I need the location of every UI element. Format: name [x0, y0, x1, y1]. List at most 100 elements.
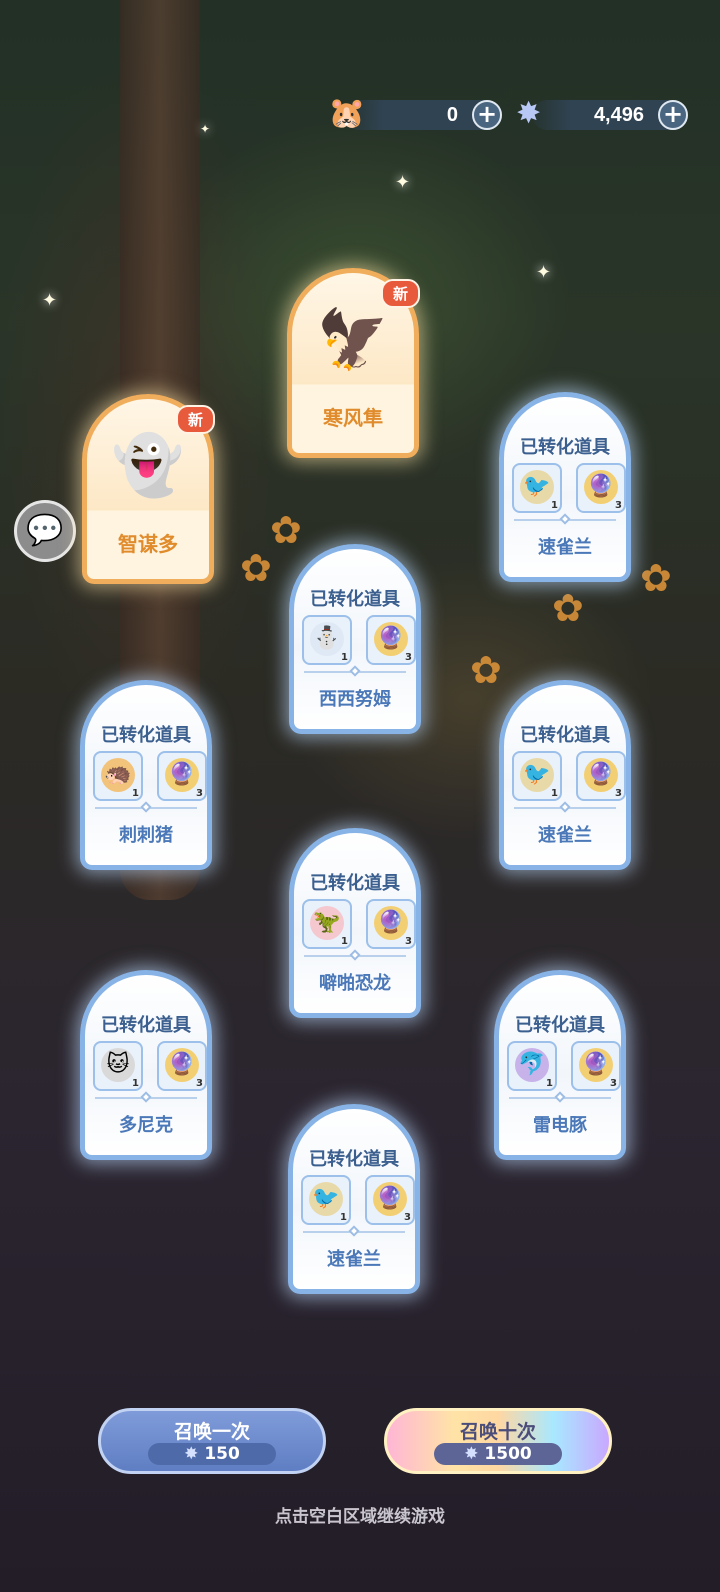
pet-food-icon: 🐹	[328, 96, 366, 131]
converted-item-card[interactable]: 已转化道具 🐦 1 🔮 3 速雀兰	[499, 392, 631, 582]
new-pet-card[interactable]: 新 👻 智谋多	[82, 394, 215, 584]
summon-ten-cost: ✸ 1500	[434, 1443, 562, 1465]
capsule-icon: 🔮	[374, 622, 408, 656]
card-title: 已转化道具	[520, 725, 610, 746]
converted-item-card[interactable]: 已转化道具 🐦 1 🔮 3 速雀兰	[499, 680, 631, 870]
pet-shard-item: 🐬 1	[507, 1041, 557, 1091]
summon-ten-cost-value: 1500	[484, 1444, 532, 1464]
pet-name: 噼啪恐龙	[319, 973, 391, 994]
pet-shard-item: 🐦 1	[512, 463, 562, 513]
item-qty: 3	[405, 936, 412, 947]
card-divider	[95, 1097, 197, 1099]
converted-item-card[interactable]: 已转化道具 ⛄ 1 🔮 3 西西努姆	[289, 544, 421, 734]
item-qty: 3	[615, 500, 622, 511]
card-divider	[514, 519, 616, 521]
capsule-icon: 🔮	[579, 1048, 613, 1082]
item-qty: 1	[341, 936, 348, 947]
item-qty: 1	[551, 500, 558, 511]
item-qty: 3	[610, 1078, 617, 1089]
card-title: 已转化道具	[310, 873, 400, 894]
ghost-book-pet-icon: 👻	[111, 431, 185, 499]
star-crystal-icon: ✸	[464, 1444, 479, 1464]
pet-name: 智谋多	[118, 532, 178, 556]
chat-button[interactable]: 💬	[14, 500, 76, 562]
capsule-item: 🔮 3	[157, 751, 207, 801]
pet-shard-item: 🦔 1	[93, 751, 143, 801]
item-qty: 1	[132, 1078, 139, 1089]
pet-shard-item: 🦖 1	[302, 899, 352, 949]
capsule-item: 🔮 3	[571, 1041, 621, 1091]
pet-name: 雷电豚	[533, 1115, 587, 1136]
capsule-item: 🔮 3	[365, 1175, 415, 1225]
converted-item-card[interactable]: 已转化道具 🐦 1 🔮 3 速雀兰	[288, 1104, 420, 1294]
capsule-item: 🔮 3	[576, 463, 626, 513]
pet-shard-icon: 🐦	[520, 758, 554, 792]
continue-hint: 点击空白区域继续游戏	[275, 1507, 445, 1527]
capsule-icon: 🔮	[584, 470, 618, 504]
flower-decoration-icon: ✿	[640, 556, 672, 600]
pet-food-currency: 🐹 0 +	[328, 96, 502, 131]
pet-name: 速雀兰	[538, 537, 592, 558]
card-title: 已转化道具	[515, 1015, 605, 1036]
converted-item-card[interactable]: 已转化道具 🦔 1 🔮 3 刺刺猪	[80, 680, 212, 870]
flower-decoration-icon: ✿	[470, 648, 502, 692]
capsule-item: 🔮 3	[576, 751, 626, 801]
capsule-item: 🔮 3	[366, 899, 416, 949]
item-qty: 3	[196, 1078, 203, 1089]
summon-once-button[interactable]: 召唤一次 ✸ 150	[98, 1408, 326, 1474]
sparkle-icon: ✦	[395, 172, 411, 193]
pet-shard-icon: 🐱	[101, 1048, 135, 1082]
item-qty: 1	[551, 788, 558, 799]
summon-ten-label: 召唤十次	[459, 1421, 536, 1443]
pet-name: 速雀兰	[327, 1249, 381, 1270]
white-bird-pet-icon: 🦅	[316, 305, 390, 373]
flower-decoration-icon: ✿	[552, 586, 584, 630]
summon-once-label: 召唤一次	[173, 1421, 250, 1443]
card-title: 已转化道具	[309, 1149, 399, 1170]
card-divider	[304, 955, 406, 957]
pet-name: 刺刺猪	[119, 825, 173, 846]
capsule-icon: 🔮	[584, 758, 618, 792]
pet-food-count: 0	[446, 104, 458, 126]
capsule-icon: 🔮	[373, 1182, 407, 1216]
summon-once-cost-value: 150	[204, 1444, 240, 1464]
pet-name: 速雀兰	[538, 825, 592, 846]
converted-item-card[interactable]: 已转化道具 🐱 1 🔮 3 多尼克	[80, 970, 212, 1160]
card-divider	[509, 1097, 611, 1099]
sparkle-icon: ✦	[536, 262, 552, 283]
summon-once-cost: ✸ 150	[148, 1443, 276, 1465]
card-divider	[304, 671, 406, 673]
sparkle-icon: ✦	[42, 290, 58, 311]
card-title: 已转化道具	[520, 437, 610, 458]
item-qty: 3	[196, 788, 203, 799]
pet-shard-item: 🐱 1	[93, 1041, 143, 1091]
capsule-item: 🔮 3	[366, 615, 416, 665]
pet-shard-icon: 🐦	[520, 470, 554, 504]
new-pet-card[interactable]: 新 🦅 寒风隼	[287, 268, 420, 458]
pet-shard-item: ⛄ 1	[302, 615, 352, 665]
card-divider	[514, 807, 616, 809]
flower-decoration-icon: ✿	[240, 546, 272, 590]
add-pet-food-button[interactable]: +	[472, 100, 502, 130]
star-crystal-icon: ✸	[516, 96, 542, 131]
converted-item-card[interactable]: 已转化道具 🐬 1 🔮 3 雷电豚	[494, 970, 626, 1160]
converted-item-card[interactable]: 已转化道具 🦖 1 🔮 3 噼啪恐龙	[289, 828, 421, 1018]
capsule-icon: 🔮	[165, 1048, 199, 1082]
item-qty: 1	[546, 1078, 553, 1089]
item-qty: 3	[615, 788, 622, 799]
flower-decoration-icon: ✿	[270, 508, 302, 552]
star-crystal-currency: ✸ 4,496 +	[516, 96, 688, 131]
add-star-crystal-button[interactable]: +	[658, 100, 688, 130]
pet-shard-item: 🐦 1	[301, 1175, 351, 1225]
pet-shard-icon: 🦔	[101, 758, 135, 792]
star-crystal-icon: ✸	[184, 1444, 199, 1464]
pet-shard-icon: 🦖	[310, 906, 344, 940]
card-divider	[95, 807, 197, 809]
capsule-icon: 🔮	[165, 758, 199, 792]
pet-name: 西西努姆	[319, 689, 391, 710]
item-qty: 1	[340, 1212, 347, 1223]
pet-shard-icon: ⛄	[310, 622, 344, 656]
summon-ten-button[interactable]: 召唤十次 ✸ 1500	[384, 1408, 612, 1474]
pet-name: 寒风隼	[323, 406, 383, 430]
pet-shard-icon: 🐬	[515, 1048, 549, 1082]
